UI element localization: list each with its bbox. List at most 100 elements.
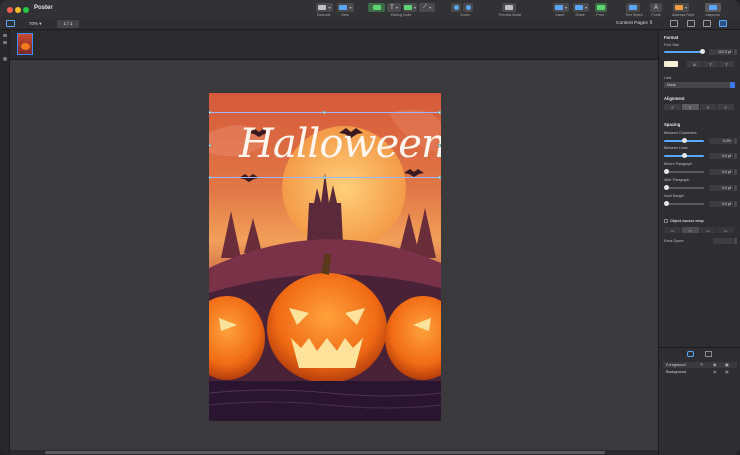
- eye-icon[interactable]: ◉: [713, 369, 716, 375]
- text-style-segment[interactable]: A T T: [687, 61, 735, 67]
- inspector-tab-layout-icon[interactable]: [703, 20, 711, 27]
- inspector-label: Inspector: [705, 13, 721, 17]
- extra-space-stepper[interactable]: [734, 238, 737, 244]
- pencil-icon[interactable]: ✎: [700, 362, 703, 368]
- lock-icon[interactable]: ▣: [725, 369, 729, 375]
- after-paragraph-stepper[interactable]: [734, 185, 737, 191]
- share-button[interactable]: ▾: [573, 3, 589, 12]
- fonts-label: Fonts: [651, 13, 661, 17]
- before-paragraph-slider[interactable]: [664, 169, 704, 174]
- view-icon: [339, 5, 348, 10]
- resize-handle[interactable]: [438, 176, 441, 179]
- inset-margin-slider[interactable]: [664, 201, 704, 206]
- slider-knob[interactable]: [664, 185, 669, 190]
- poster-title-text[interactable]: Halloween: [239, 121, 441, 167]
- layers-tab-icon[interactable]: [687, 351, 694, 357]
- between-characters-stepper[interactable]: [734, 138, 737, 144]
- barcode-button[interactable]: ▾: [316, 3, 333, 12]
- view-button[interactable]: ▾: [337, 3, 354, 12]
- page-select[interactable]: 1 / 1: [57, 20, 79, 28]
- horizontal-scrollbar[interactable]: [45, 451, 605, 454]
- text-style-option-icon[interactable]: T: [703, 61, 719, 67]
- font-size-stepper[interactable]: [734, 49, 737, 55]
- resize-handle[interactable]: [438, 144, 441, 147]
- text-color-well[interactable]: [664, 61, 678, 67]
- print-button[interactable]: [595, 3, 607, 12]
- fonts-button[interactable]: A: [650, 3, 662, 12]
- zoom-select[interactable]: 70% ▾: [25, 20, 46, 28]
- resize-handle[interactable]: [209, 144, 211, 147]
- between-characters-slider[interactable]: [664, 138, 704, 143]
- address-field-button[interactable]: ▾: [673, 3, 689, 12]
- text-styles-button[interactable]: [626, 3, 640, 12]
- slider-knob[interactable]: [664, 201, 669, 206]
- page-settings-icon[interactable]: [3, 57, 7, 61]
- before-paragraph-stepper[interactable]: [734, 169, 737, 175]
- inspector-tab-document-icon[interactable]: [670, 20, 678, 27]
- between-lines-slider[interactable]: [664, 153, 704, 158]
- preview-mode-button[interactable]: [502, 3, 516, 12]
- shape-tool-button[interactable]: ▾: [403, 3, 417, 12]
- layer-row-background[interactable]: Background ◉ ▣: [663, 369, 737, 375]
- resize-handle[interactable]: [209, 176, 211, 179]
- zoom-window-button[interactable]: [23, 7, 29, 13]
- font-size-field[interactable]: 102,0 pt: [709, 49, 733, 55]
- alignment-segment[interactable]: ≡ ≡ ≡ ≡: [664, 104, 735, 110]
- inspector-tab-arrange-icon[interactable]: [687, 20, 695, 27]
- chevron-down-icon: ▾: [349, 5, 352, 10]
- select-tool-button[interactable]: [368, 3, 385, 12]
- editing-tools-label: Editing Tools: [390, 13, 412, 17]
- slider-knob[interactable]: [682, 138, 687, 143]
- wrap-right-icon[interactable]: ▭: [717, 227, 735, 233]
- insert-button[interactable]: ▾: [553, 3, 569, 12]
- slider-knob[interactable]: [682, 153, 687, 158]
- eye-icon[interactable]: ◉: [713, 362, 716, 368]
- resize-handle[interactable]: [323, 111, 326, 114]
- content-pages-select[interactable]: Content Pages ⇕: [616, 20, 653, 28]
- after-paragraph-field[interactable]: 0,0 pt: [709, 185, 733, 191]
- inspector-button[interactable]: [705, 3, 721, 12]
- after-paragraph-slider[interactable]: [664, 185, 704, 190]
- slider-knob[interactable]: [700, 49, 705, 54]
- lock-icon[interactable]: ▣: [725, 362, 729, 368]
- zoom-in-button[interactable]: [463, 3, 473, 12]
- between-lines-stepper[interactable]: [734, 153, 737, 159]
- remove-page-icon[interactable]: [3, 41, 7, 44]
- add-page-icon[interactable]: [3, 34, 7, 37]
- inset-margin-field[interactable]: 0,0 pt: [709, 201, 733, 207]
- zoom-out-button[interactable]: [451, 3, 461, 12]
- before-paragraph-field[interactable]: 0,0 pt: [709, 169, 733, 175]
- poster-image[interactable]: Halloween: [209, 93, 441, 421]
- line-tool-button[interactable]: ⟋ ▾: [419, 3, 435, 12]
- inspector-tab-text-icon[interactable]: [719, 20, 727, 27]
- wrap-mode-segment[interactable]: ▭ ▭ ▭ ▭: [664, 227, 735, 233]
- inset-margin-stepper[interactable]: [734, 201, 737, 207]
- text-style-option-icon[interactable]: A: [687, 61, 703, 67]
- page-thumbnail[interactable]: [17, 33, 33, 55]
- sidebar-toggle-icon[interactable]: [6, 20, 15, 27]
- alignment-heading: Alignment: [664, 96, 685, 101]
- text-tool-button[interactable]: T ▾: [387, 3, 401, 12]
- slider-knob[interactable]: [664, 169, 669, 174]
- align-center-icon[interactable]: ≡: [681, 104, 700, 110]
- extra-space-field[interactable]: [713, 238, 733, 244]
- lists-dropdown[interactable]: None: [664, 82, 735, 88]
- resize-handle[interactable]: [323, 176, 326, 179]
- between-lines-field[interactable]: 0,0 pt: [709, 153, 733, 159]
- minimize-window-button[interactable]: [15, 7, 21, 13]
- grid-tab-icon[interactable]: [705, 351, 712, 357]
- align-right-icon[interactable]: ≡: [700, 104, 718, 110]
- object-wrap-checkbox[interactable]: [664, 219, 668, 223]
- align-justify-icon[interactable]: ≡: [717, 104, 735, 110]
- wrap-left-icon[interactable]: ▭: [700, 227, 718, 233]
- resize-handle[interactable]: [209, 111, 211, 114]
- wrap-around-icon[interactable]: ▭: [681, 227, 700, 233]
- resize-handle[interactable]: [438, 111, 441, 114]
- layer-row-foreground[interactable]: Foreground ✎ ◉ ▣: [663, 362, 737, 368]
- font-size-slider[interactable]: [664, 49, 705, 54]
- between-characters-field[interactable]: 0,0%: [709, 138, 733, 144]
- wrap-none-icon[interactable]: ▭: [664, 227, 682, 233]
- close-window-button[interactable]: [7, 7, 13, 13]
- align-left-icon[interactable]: ≡: [664, 104, 682, 110]
- text-style-option-icon[interactable]: T: [719, 61, 735, 67]
